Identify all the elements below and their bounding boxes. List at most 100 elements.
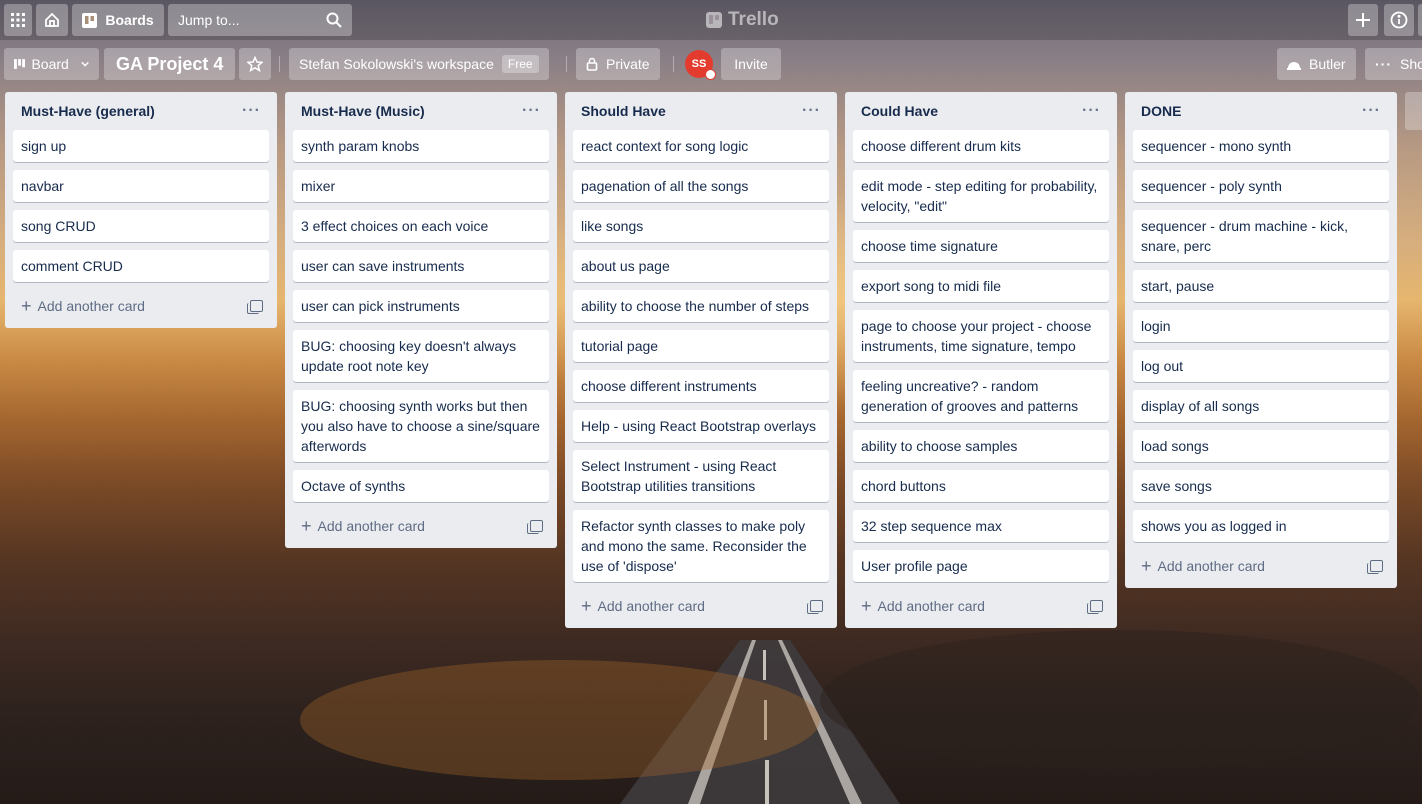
workspace-label: Stefan Sokolowski's workspace (299, 56, 494, 72)
card[interactable]: Help - using React Bootstrap overlays (573, 410, 829, 442)
invite-button[interactable]: Invite (721, 48, 781, 80)
card[interactable]: 3 effect choices on each voice (293, 210, 549, 242)
card[interactable]: export song to midi file (853, 270, 1109, 302)
card-template-icon[interactable] (1087, 600, 1103, 614)
list-title[interactable]: DONE (1141, 103, 1181, 119)
card-template-icon[interactable] (807, 600, 823, 614)
card[interactable]: ability to choose samples (853, 430, 1109, 462)
list-title[interactable]: Must-Have (general) (21, 103, 155, 119)
show-menu-label: Show (1400, 56, 1422, 72)
visibility-button[interactable]: Private (576, 48, 660, 80)
card[interactable]: feeling uncreative? - random generation … (853, 370, 1109, 422)
card[interactable]: ability to choose the number of steps (573, 290, 829, 322)
butler-icon (1287, 62, 1301, 70)
trello-logo-text: Trello (728, 9, 779, 30)
list-header[interactable]: Should Have ··· (573, 92, 829, 130)
card[interactable]: navbar (13, 170, 269, 202)
card[interactable]: sequencer - poly synth (1133, 170, 1389, 202)
card[interactable]: Refactor synth classes to make poly and … (573, 510, 829, 582)
add-card-label: Add another card (597, 598, 705, 614)
board-view-icon (14, 59, 26, 69)
list-menu-icon[interactable]: ··· (522, 103, 541, 119)
search-input[interactable] (176, 11, 320, 29)
card[interactable]: load songs (1133, 430, 1389, 462)
list-title[interactable]: Could Have (861, 103, 938, 119)
card[interactable]: sequencer - mono synth (1133, 130, 1389, 162)
list-title[interactable]: Should Have (581, 103, 666, 119)
search-box[interactable] (168, 4, 352, 36)
card[interactable]: choose different drum kits (853, 130, 1109, 162)
list-title[interactable]: Must-Have (Music) (301, 103, 425, 119)
plus-icon: + (861, 596, 872, 616)
avatar-initials: SS (691, 58, 707, 70)
card[interactable]: comment CRUD (13, 250, 269, 282)
card[interactable]: log out (1133, 350, 1389, 382)
card[interactable]: chord buttons (853, 470, 1109, 502)
card[interactable]: edit mode - step editing for probability… (853, 170, 1109, 222)
list-header[interactable]: DONE ··· (1133, 92, 1389, 130)
grid-icon (11, 13, 25, 27)
card[interactable]: Octave of synths (293, 470, 549, 502)
card[interactable]: song CRUD (13, 210, 269, 242)
notifications-button[interactable] (1418, 4, 1422, 36)
card[interactable]: page to choose your project - choose ins… (853, 310, 1109, 362)
card[interactable]: Select Instrument - using React Bootstra… (573, 450, 829, 502)
card-template-icon[interactable] (247, 300, 263, 314)
next-list-stub[interactable] (1405, 92, 1422, 130)
add-card-button[interactable]: + Add another card (21, 297, 145, 315)
board-view-switcher[interactable]: Board (4, 48, 99, 80)
member-avatar[interactable]: SS (685, 50, 716, 80)
add-card-button[interactable]: + Add another card (301, 517, 425, 535)
card[interactable]: user can save instruments (293, 250, 549, 282)
card[interactable]: login (1133, 310, 1389, 342)
card[interactable]: sequencer - drum machine - kick, snare, … (1133, 210, 1389, 262)
workspace-button[interactable]: Stefan Sokolowski's workspace Free (289, 48, 549, 80)
card[interactable]: react context for song logic (573, 130, 829, 162)
card[interactable]: about us page (573, 250, 829, 282)
invite-label: Invite (734, 56, 768, 72)
card[interactable]: mixer (293, 170, 549, 202)
info-button[interactable] (1384, 4, 1414, 36)
add-card-button[interactable]: + Add another card (1141, 556, 1265, 576)
star-board-button[interactable] (239, 48, 271, 80)
list-menu-icon[interactable]: ··· (1362, 103, 1381, 119)
list-must-have-general: Must-Have (general) ··· sign up navbar s… (5, 92, 277, 328)
plus-icon: + (1141, 556, 1152, 576)
search-icon (326, 12, 342, 28)
list-header[interactable]: Must-Have (general) ··· (13, 92, 269, 130)
board-title[interactable]: GA Project 4 (104, 48, 236, 80)
boards-button[interactable]: Boards (72, 4, 164, 36)
list-menu-icon[interactable]: ··· (802, 103, 821, 119)
card-template-icon[interactable] (1367, 560, 1383, 574)
card[interactable]: pagenation of all the songs (573, 170, 829, 202)
list-menu-icon[interactable]: ··· (242, 103, 261, 119)
add-card-button[interactable]: + Add another card (861, 596, 985, 616)
list-header[interactable]: Could Have ··· (853, 92, 1109, 130)
list-header[interactable]: Must-Have (Music) ··· (293, 92, 549, 130)
trello-logo[interactable]: Trello (706, 8, 779, 32)
home-button[interactable] (36, 4, 68, 36)
card[interactable]: tutorial page (573, 330, 829, 362)
card[interactable]: choose different instruments (573, 370, 829, 402)
card[interactable]: synth param knobs (293, 130, 549, 162)
show-menu-button[interactable]: ··· Show (1365, 48, 1422, 80)
apps-button[interactable] (4, 4, 32, 36)
card[interactable]: sign up (13, 130, 269, 162)
card[interactable]: choose time signature (853, 230, 1109, 262)
card[interactable]: display of all songs (1133, 390, 1389, 422)
card[interactable]: shows you as logged in (1133, 510, 1389, 542)
card[interactable]: BUG: choosing key doesn't always update … (293, 330, 549, 382)
add-card-button[interactable]: + Add another card (581, 597, 705, 615)
card[interactable]: user can pick instruments (293, 290, 549, 322)
list-menu-icon[interactable]: ··· (1082, 103, 1101, 119)
board-header: Board GA Project 4 Stefan Sokolowski's w… (0, 44, 1422, 84)
card[interactable]: start, pause (1133, 270, 1389, 302)
card[interactable]: 32 step sequence max (853, 510, 1109, 542)
butler-button[interactable]: Butler (1277, 48, 1356, 80)
card[interactable]: like songs (573, 210, 829, 242)
card[interactable]: User profile page (853, 550, 1109, 582)
card[interactable]: BUG: choosing synth works but then you a… (293, 390, 549, 462)
create-button[interactable] (1348, 4, 1378, 36)
card[interactable]: save songs (1133, 470, 1389, 502)
card-template-icon[interactable] (527, 520, 543, 534)
